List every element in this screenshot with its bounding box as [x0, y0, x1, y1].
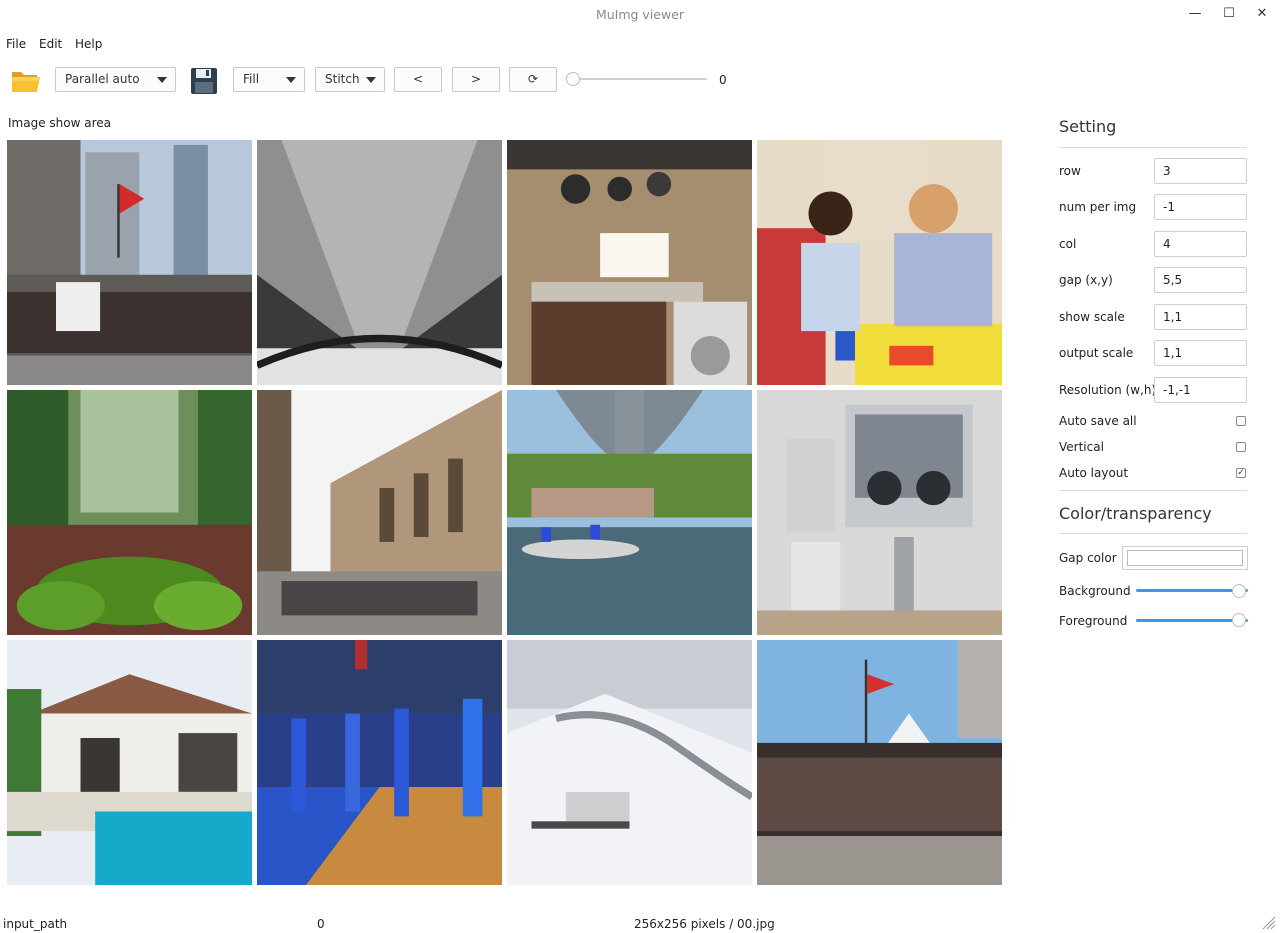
image-index-slider-handle[interactable]: [566, 72, 580, 86]
image-tile-villa-pool[interactable]: [7, 640, 252, 885]
layout-mode-combo[interactable]: Parallel auto: [55, 67, 176, 92]
resolution-label: Resolution (w,h): [1059, 383, 1157, 397]
fill-mode-combo[interactable]: Fill: [233, 67, 305, 92]
auto-layout-label: Auto layout: [1059, 466, 1129, 480]
output-scale-label: output scale: [1059, 346, 1134, 360]
resize-grip-icon[interactable]: [1260, 914, 1276, 930]
image-index-value: 0: [719, 73, 727, 87]
auto-save-all-checkbox[interactable]: [1236, 416, 1246, 426]
layout-mode-value: Parallel auto: [65, 72, 140, 86]
separator: [1059, 147, 1247, 148]
gap-color-label: Gap color: [1059, 551, 1117, 565]
status-input-path: input_path: [3, 917, 68, 931]
close-button[interactable]: ✕: [1253, 6, 1271, 22]
chevron-down-icon: [366, 77, 376, 83]
col-input[interactable]: 4: [1154, 231, 1247, 257]
vertical-checkbox[interactable]: [1236, 442, 1246, 452]
menu-edit[interactable]: Edit: [39, 37, 62, 51]
col-label: col: [1059, 237, 1077, 251]
num-per-img-input[interactable]: -1: [1154, 194, 1247, 220]
image-area-label: Image show area: [8, 116, 111, 130]
color-transparency-title: Color/transparency: [1059, 504, 1212, 523]
row-label: row: [1059, 164, 1081, 178]
chevron-down-icon: [286, 77, 296, 83]
menu-file[interactable]: File: [6, 37, 26, 51]
auto-save-all-label: Auto save all: [1059, 414, 1137, 428]
background-slider-handle[interactable]: [1232, 584, 1246, 598]
image-tile-church-plaza-crowd[interactable]: [257, 390, 502, 635]
gap-color-picker[interactable]: [1122, 546, 1248, 570]
image-tile-kitchen-window[interactable]: [507, 140, 752, 385]
image-tile-classroom-teacher-child[interactable]: [757, 140, 1002, 385]
gap-input[interactable]: 5,5: [1154, 267, 1247, 293]
image-grid[interactable]: [7, 140, 1002, 886]
refresh-button[interactable]: ⟳: [509, 67, 557, 92]
image-tile-bridge-underside-bw[interactable]: [257, 140, 502, 385]
checkmark-icon: ✓: [1237, 468, 1245, 478]
show-scale-label: show scale: [1059, 310, 1125, 324]
image-tile-crowd-event[interactable]: [757, 640, 1002, 885]
setting-title: Setting: [1059, 117, 1117, 136]
image-tile-lab-glovebox[interactable]: [757, 390, 1002, 635]
row-input[interactable]: 3: [1154, 158, 1247, 184]
resolution-input[interactable]: -1,-1: [1154, 377, 1247, 403]
gap-label: gap (x,y): [1059, 273, 1113, 287]
output-scale-input[interactable]: 1,1: [1154, 340, 1247, 366]
vertical-label: Vertical: [1059, 440, 1104, 454]
foreground-label: Foreground: [1059, 614, 1128, 628]
previous-button[interactable]: <: [394, 67, 442, 92]
image-tile-snowy-slope[interactable]: [507, 640, 752, 885]
separator: [1059, 490, 1247, 491]
next-button[interactable]: >: [452, 67, 500, 92]
image-tile-street-parade[interactable]: [7, 140, 252, 385]
maximize-button[interactable]: ☐: [1220, 6, 1238, 22]
floppy-disk-icon[interactable]: [189, 66, 219, 96]
fill-mode-value: Fill: [243, 72, 260, 86]
image-tile-river-rafting[interactable]: [507, 390, 752, 635]
stitch-mode-combo[interactable]: Stitch: [315, 67, 385, 92]
foreground-slider-handle[interactable]: [1232, 613, 1246, 627]
image-index-slider-track[interactable]: [573, 78, 707, 80]
num-per-img-label: num per img: [1059, 200, 1137, 214]
minimize-button[interactable]: —: [1186, 6, 1204, 22]
window-title: MuImg viewer: [595, 7, 685, 22]
background-label: Background: [1059, 584, 1131, 598]
folder-icon[interactable]: [10, 67, 42, 95]
image-tile-forest-mossy-rocks[interactable]: [7, 390, 252, 635]
gap-color-swatch: [1127, 550, 1243, 566]
status-index: 0: [317, 917, 325, 931]
show-scale-input[interactable]: 1,1: [1154, 304, 1247, 330]
stitch-mode-value: Stitch: [325, 72, 360, 86]
auto-layout-checkbox[interactable]: ✓: [1236, 468, 1246, 478]
menu-help[interactable]: Help: [75, 37, 102, 51]
title-bar: MuImg viewer — ☐ ✕: [0, 0, 1280, 28]
toolbar: Parallel auto Fill Stitch < > ⟳ 0: [0, 62, 1280, 98]
chevron-down-icon: [157, 77, 167, 83]
separator: [1059, 533, 1247, 534]
status-image-info: 256x256 pixels / 00.jpg: [634, 917, 775, 931]
image-tile-basketball-court-girls[interactable]: [257, 640, 502, 885]
